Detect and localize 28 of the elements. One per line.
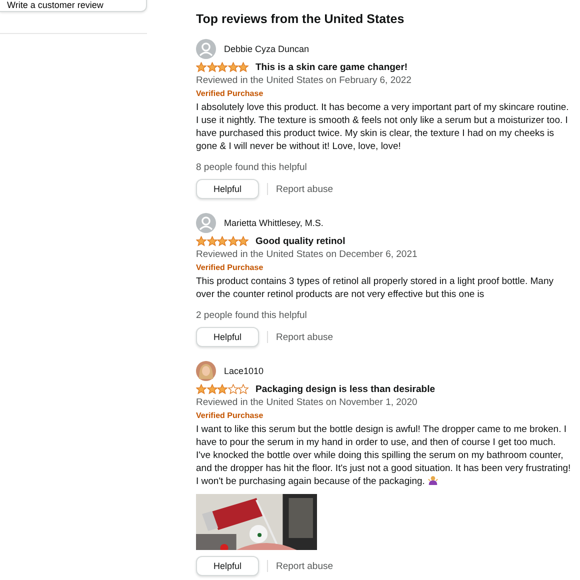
review-title[interactable]: This is a skin care game changer! [256,62,408,73]
report-abuse-link[interactable]: Report abuse [276,560,334,572]
helpful-count: 2 people found this helpful [196,310,308,321]
review-title[interactable]: Good quality retinol [256,236,346,247]
avatar-icon [196,361,216,381]
verified-purchase-label: Verified Purchase [196,263,264,272]
avatar-icon [196,39,216,59]
helpful-button[interactable]: Helpful [196,556,259,576]
helpful-button[interactable]: Helpful [196,179,259,199]
report-abuse-link[interactable]: Report abuse [276,184,334,194]
avatar-icon [196,213,216,233]
verified-purchase-label: Verified Purchase [196,411,264,420]
review-text: This product contains 3 types of retinol all properly stored in a light proof bottle. Many over the counter retinol products are not very effective but this one is [196,275,554,301]
review-title[interactable]: Packaging design is less than desirable [256,384,436,395]
helpful-count: 8 people found this helpful [196,162,308,173]
verified-purchase-label: Verified Purchase [196,89,264,98]
reviewer-name: Marietta Whittlesey, M.S. [224,218,324,228]
review-date: Reviewed in the United States on November 1, 2020 [196,397,418,408]
reviewer-name: Lace1010 [224,366,264,376]
report-abuse-link[interactable]: Report abuse [276,332,334,342]
helpful-button[interactable]: Helpful [196,327,259,347]
review-date: Reviewed in the United States on December 6, 2021 [196,249,418,260]
write-review-button[interactable]: Write a customer review [0,0,147,12]
review-text: I absolutely love this product. It has become a very important part of my skincare routine. I use it nightly. The texture is smooth & feels not only like a serum but a moisturizer too. I have purchased this product twice. My skin is clear, the texture I had on my cheeks is gone & I will never be without it! Love, love, love! [196,101,570,153]
reviewer-name: Debbie Cyza Duncan [224,44,310,54]
section-heading: Top reviews from the United States [196,12,406,26]
review-date: Reviewed in the United States on February 6, 2022 [196,75,412,86]
review-text: I want to like this serum but the bottle design is awful! The dropper came to me broken. I have to pour the serum in my hand in order to use, and then of course I get too much. I've knocked the bottle over while doing this spilling the serum on my bathroom counter, and the dropper has hit the floor. It's just not a good situation. It has been very frustrating! I won't be purchasing again because of the packaging. [196,423,572,488]
